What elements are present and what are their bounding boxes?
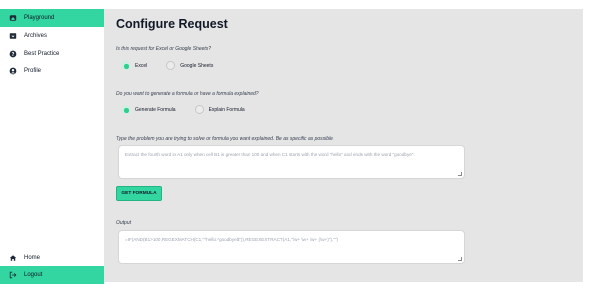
sidebar: Playground Archives ? Best Practice Prof… (0, 0, 104, 289)
sidebar-item-playground[interactable]: Playground (0, 9, 104, 27)
resize-handle[interactable] (458, 172, 462, 176)
radio-option-generate-formula[interactable]: Generate Formula (121, 105, 176, 114)
platform-question: Is this request for Excel or Google Shee… (116, 46, 212, 52)
output-textarea[interactable]: =IF(AND(B1>100,REGEXMATCH(C1,"^hello.*go… (118, 230, 465, 264)
app-root: Playground Archives ? Best Practice Prof… (0, 0, 593, 289)
radio-button-checked[interactable] (121, 61, 130, 70)
radio-button-checked[interactable] (121, 105, 130, 114)
radio-option-google-sheets[interactable]: Google Sheets (166, 61, 213, 70)
radio-option-explain-formula[interactable]: Explain Formula (194, 105, 245, 114)
sidebar-item-label: Best Practice (24, 51, 60, 57)
svg-text:?: ? (11, 52, 14, 58)
radio-label: Google Sheets (180, 62, 214, 69)
radio-button[interactable] (166, 61, 176, 70)
main-panel: Configure Request Is this request for Ex… (104, 9, 583, 282)
platform-radio-group: Excel Google Sheets (121, 61, 232, 70)
sidebar-item-label: Logout (24, 272, 43, 278)
user-circle-icon (8, 67, 17, 76)
problem-textarea[interactable]: Extract the fourth word in A1 only when … (118, 145, 465, 179)
resize-handle[interactable] (458, 257, 462, 261)
sidebar-item-profile[interactable]: Profile (0, 62, 104, 80)
output-placeholder: =IF(AND(B1>100,REGEXMATCH(C1,"^hello.*go… (125, 237, 339, 242)
sidebar-item-label: Playground (24, 15, 55, 21)
radio-option-excel[interactable]: Excel (121, 61, 147, 70)
radio-button[interactable] (194, 105, 204, 114)
mode-question: Do you want to generate a formula or hav… (116, 91, 259, 97)
sidebar-item-home[interactable]: Home (0, 249, 104, 267)
sidebar-item-archives[interactable]: Archives (0, 27, 104, 45)
radio-label: Excel (135, 62, 148, 69)
get-formula-button[interactable]: GET FORMULA (116, 186, 162, 201)
problem-label: Type the problem you are trying to solve… (116, 136, 333, 142)
sidebar-item-logout[interactable]: Logout (0, 266, 104, 284)
house-icon (8, 254, 17, 263)
logout-icon (8, 271, 17, 280)
mode-radio-group: Generate Formula Explain Formula (121, 105, 264, 114)
sidebar-item-label: Home (24, 255, 41, 261)
output-label: Output (116, 220, 132, 226)
home-icon (8, 14, 17, 23)
sidebar-item-label: Archives (24, 33, 48, 39)
help-circle-icon: ? (8, 50, 17, 59)
page-title: Configure Request (116, 17, 228, 31)
sidebar-item-best-practice[interactable]: ? Best Practice (0, 45, 104, 63)
sidebar-item-label: Profile (24, 68, 42, 74)
radio-label: Generate Formula (135, 106, 176, 113)
problem-placeholder: Extract the fourth word in A1 only when … (125, 152, 415, 157)
archive-icon (8, 32, 17, 41)
radio-label: Explain Formula (208, 106, 245, 113)
